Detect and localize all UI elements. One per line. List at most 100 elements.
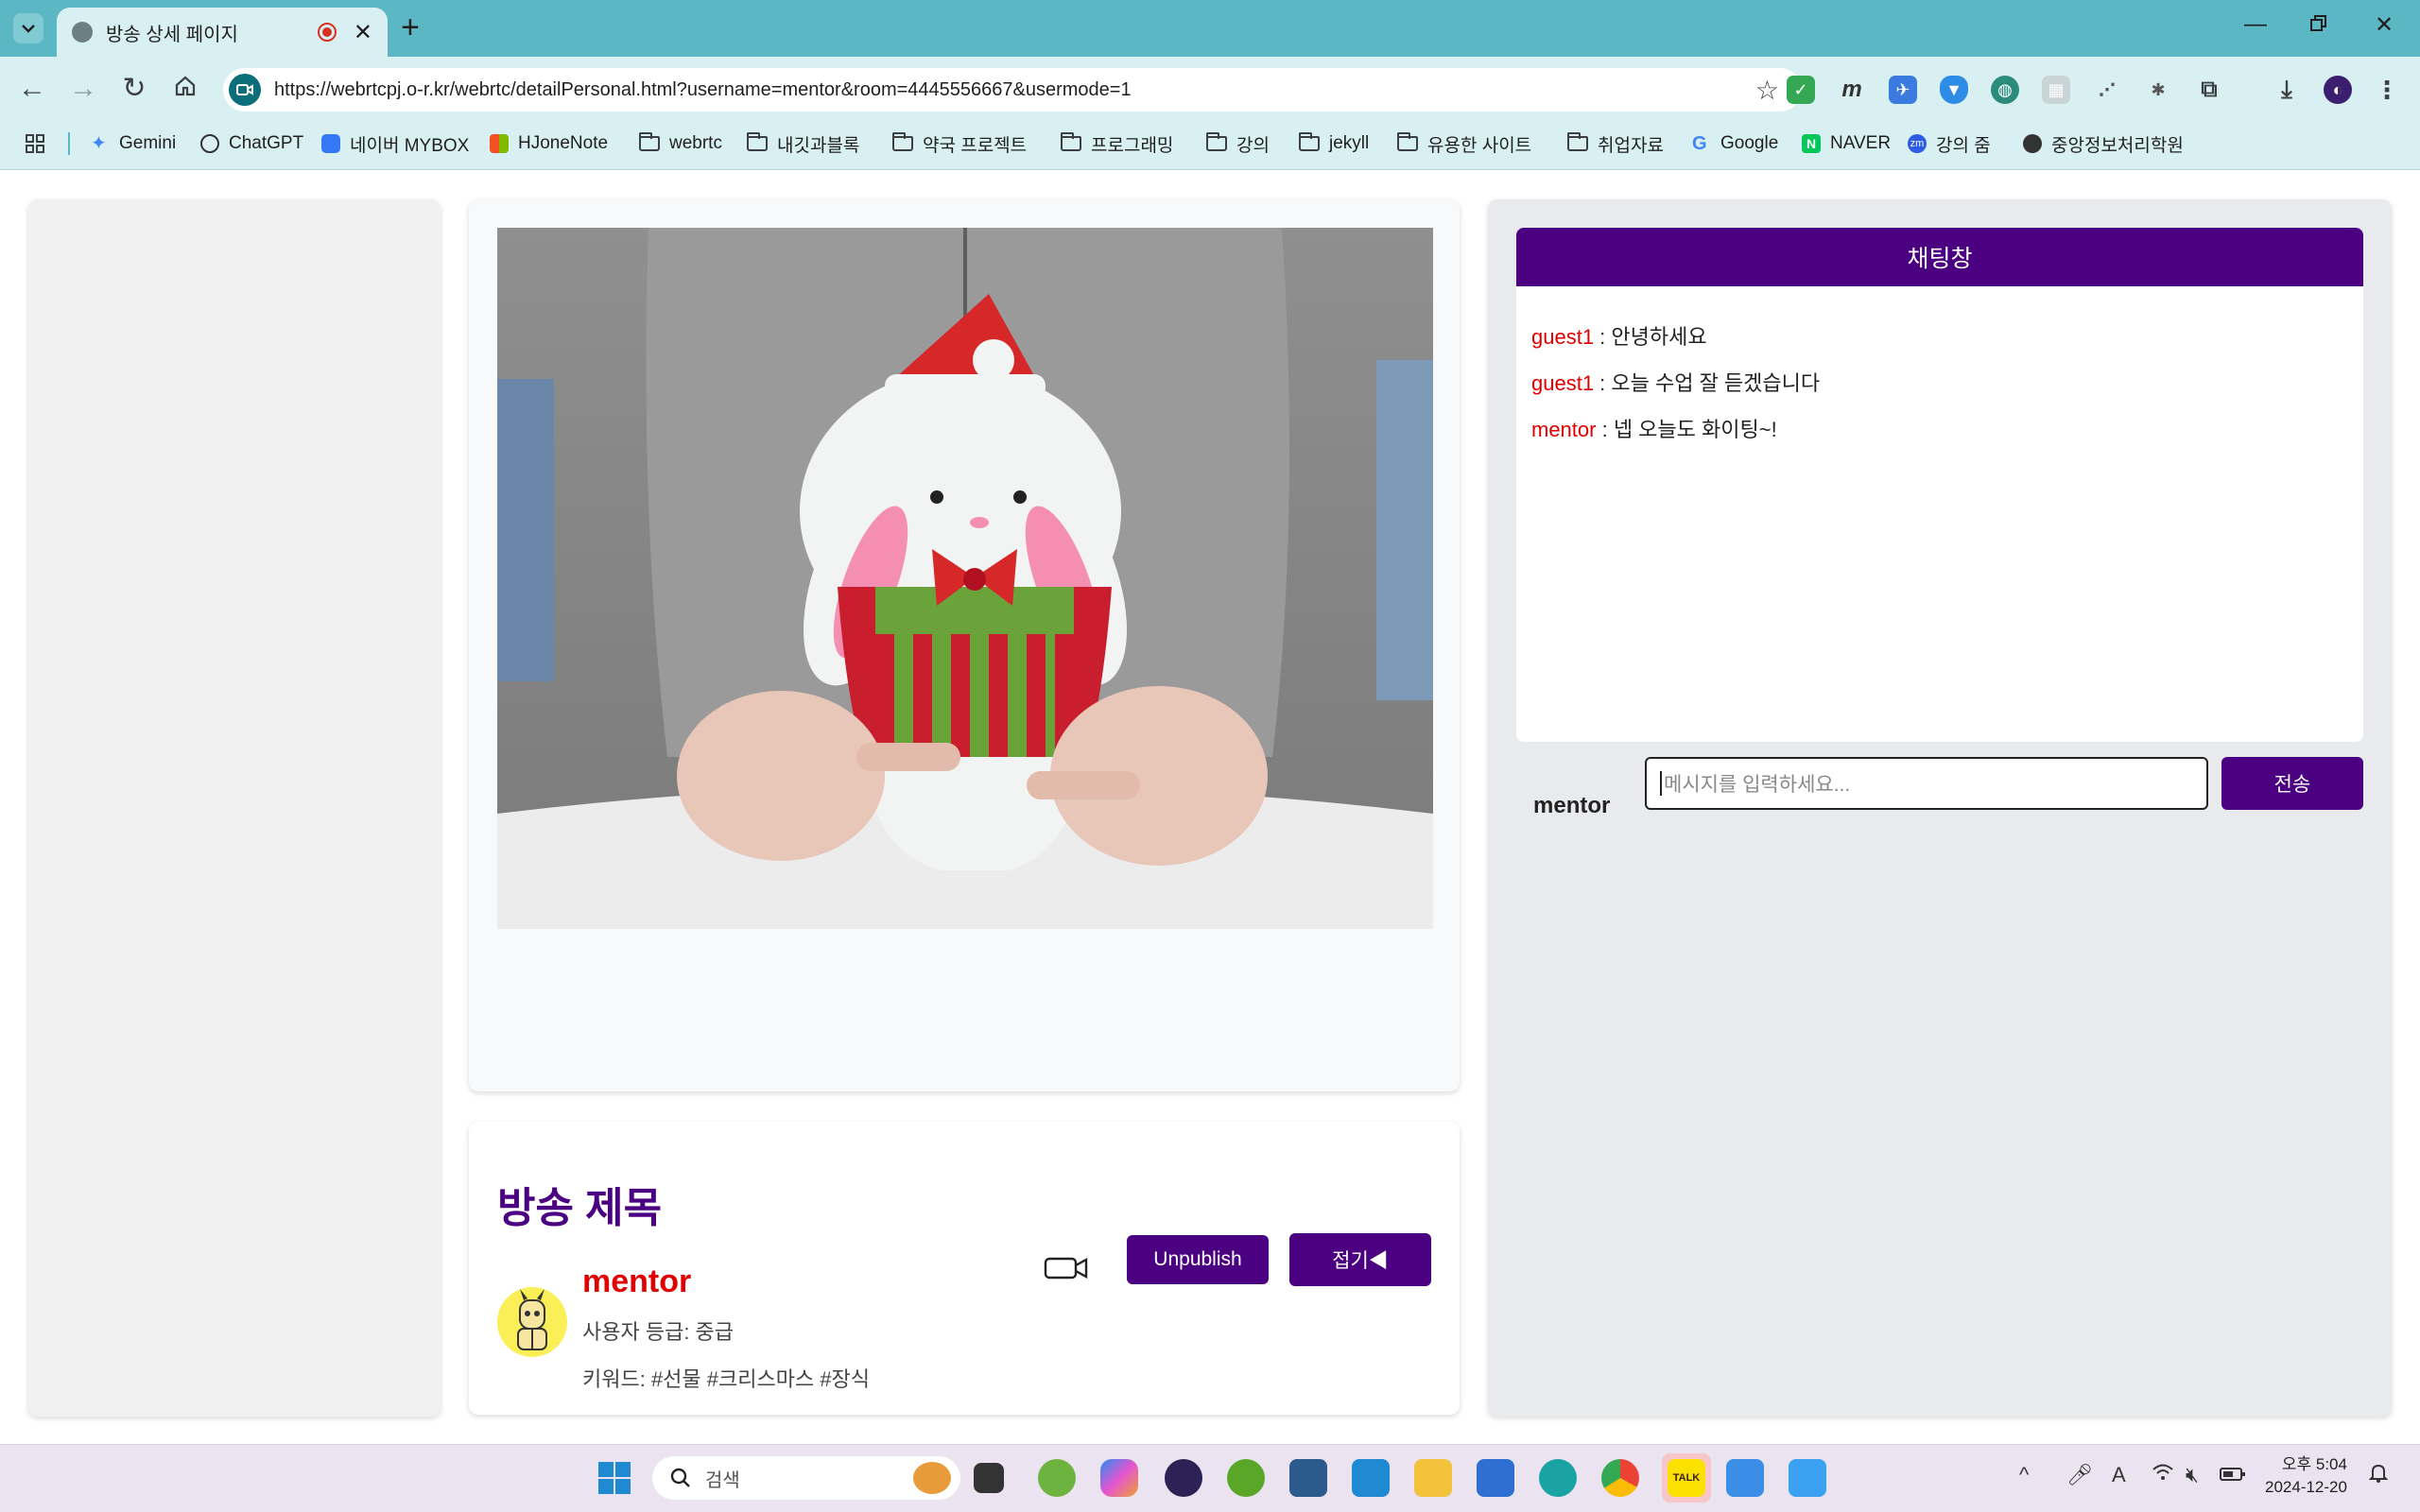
paint-icon[interactable] [1789, 1459, 1826, 1497]
chat-message-text: : 넵 오늘도 화이팅~! [1596, 418, 1777, 441]
bookmark-google[interactable]: G Google [1692, 129, 1778, 159]
chevron-down-icon [22, 25, 35, 33]
spring-tool-icon[interactable] [1038, 1459, 1076, 1497]
bookmark-folder-pharmacy[interactable]: 약국 프로젝트 [892, 129, 1027, 159]
bookmark-folder-programming[interactable]: 프로그래밍 [1061, 129, 1173, 159]
apps-grid-icon[interactable] [25, 129, 45, 159]
taskbar-search-placeholder: 검색 [705, 1469, 740, 1491]
notepad-icon[interactable] [1726, 1459, 1764, 1497]
bookmark-folder-lecture[interactable]: 강의 [1206, 129, 1270, 159]
taskbar [0, 1444, 2420, 1512]
volume-muted-icon[interactable]: 🔇︎ [2186, 1463, 2199, 1487]
ime-icon[interactable]: A [2112, 1463, 2126, 1487]
sparkle-extension-icon[interactable]: ⋰ [2093, 76, 2121, 104]
close-tab-icon[interactable]: ✕ [354, 19, 372, 46]
bookmark-folder-webrtc[interactable]: webrtc [639, 129, 722, 159]
address-bar[interactable]: https://webrtcpj.o-r.kr/webrtc/detailPer… [223, 68, 1802, 112]
chat-message-user: mentor [1531, 418, 1597, 441]
bookmark-star-icon[interactable]: ☆ [1755, 75, 1779, 106]
battery-icon[interactable] [2220, 1463, 2246, 1487]
file-explorer-icon[interactable] [1414, 1459, 1452, 1497]
bookmark-folder-jekyll[interactable]: jekyll [1299, 129, 1369, 159]
bookmark-label: Google [1720, 133, 1779, 153]
mybox-icon [321, 134, 340, 153]
task-view-icon[interactable] [974, 1463, 1004, 1493]
bookmark-label: HJoneNote [518, 133, 609, 153]
vpn-shield-icon[interactable]: ▼ [1940, 76, 1968, 104]
chat-window: 채팅창 guest1 : 안녕하세요 guest1 : 오늘 수업 잘 듣겠습니… [1516, 228, 2363, 742]
bookmark-label: Gemini [119, 133, 177, 153]
globe-extension-icon[interactable]: ◍ [1991, 76, 2019, 104]
bookmark-folder-jobs[interactable]: 취업자료 [1567, 129, 1664, 159]
grid-extension-icon[interactable]: ▦ [2042, 76, 2070, 104]
chat-message-input[interactable]: 메시지를 입력하세요... [1645, 757, 2208, 810]
mysql-workbench-icon[interactable] [1289, 1459, 1327, 1497]
sts-leaf-icon[interactable] [1227, 1459, 1265, 1497]
bookmark-naver[interactable]: N NAVER [1802, 129, 1891, 159]
download-icon[interactable]: ⤓ [2273, 75, 2301, 104]
unpublish-button[interactable]: Unpublish [1127, 1235, 1269, 1284]
home-icon[interactable] [166, 72, 204, 106]
bookmark-hjonenote[interactable]: HJoneNote [490, 129, 608, 159]
vscode-icon[interactable] [1352, 1459, 1390, 1497]
tray-chevron-icon[interactable]: ^ [2019, 1463, 2029, 1487]
bookmark-label: 네이버 MYBOX [350, 135, 470, 156]
folder-icon [1567, 132, 1588, 151]
site-camera-icon[interactable] [229, 74, 261, 106]
forward-icon[interactable]: → [64, 72, 102, 106]
bookmark-mybox[interactable]: 네이버 MYBOX [321, 129, 469, 159]
notification-bell-icon[interactable] [2368, 1463, 2389, 1489]
bookmark-folder-blog[interactable]: 내깃과블록 [747, 129, 859, 159]
kakaotalk-icon[interactable]: TALK [1668, 1459, 1705, 1497]
active-tab[interactable]: 방송 상세 페이지 ✕ [57, 8, 388, 57]
bookmark-folder-useful[interactable]: 유용한 사이트 [1397, 129, 1531, 159]
rocket-extension-icon[interactable]: ✈ [1889, 76, 1917, 104]
chat-message: mentor : 넵 오늘도 화이팅~! [1531, 413, 1777, 443]
url-text[interactable]: https://webrtcpj.o-r.kr/webrtc/detailPer… [274, 79, 1755, 101]
minimize-icon[interactable]: — [2244, 11, 2267, 38]
m-extension-icon[interactable]: m [1838, 76, 1866, 104]
chat-input-placeholder: 메시지를 입력하세요... [1664, 774, 1851, 796]
camera-toggle-icon[interactable] [1044, 1256, 1089, 1285]
stream-info-card: 방송 제목 mentor 사용자 등급: 중급 키워드: #선물 #크리스마스 … [469, 1122, 1460, 1415]
microphone-icon[interactable]: 🎤︎ [2066, 1463, 2093, 1487]
folder-icon [1397, 132, 1418, 151]
academy-icon [2023, 134, 2042, 153]
bookmark-label: 유용한 사이트 [1427, 135, 1532, 156]
taskbar-search-box[interactable]: 검색 [652, 1456, 960, 1500]
new-tab-button[interactable]: + [401, 11, 420, 43]
extensions-puzzle-icon[interactable]: ⧉ [2195, 76, 2223, 104]
video-stream[interactable] [497, 228, 1433, 929]
bookmark-zoom[interactable]: zm 강의 줌 [1908, 129, 1991, 159]
bookmark-chatgpt[interactable]: ChatGPT [200, 129, 303, 159]
profile-avatar-icon[interactable]: ◐ [2324, 76, 2352, 104]
bug-extension-icon[interactable]: ✱ [2144, 76, 2172, 104]
folder-icon [892, 132, 913, 151]
bookmark-label: 약국 프로젝트 [923, 135, 1028, 156]
bookmark-academy[interactable]: 중앙정보처리학원 [2023, 129, 2184, 159]
send-button[interactable]: 전송 [2221, 757, 2363, 810]
microsoft-store-icon[interactable] [1477, 1459, 1514, 1497]
shield-extension-icon[interactable]: ✓ [1787, 76, 1815, 104]
restore-icon[interactable] [2309, 13, 2328, 40]
bookmark-label: jekyll [1329, 133, 1370, 153]
back-icon[interactable]: ← [13, 72, 51, 106]
chat-message-user: guest1 [1531, 325, 1595, 349]
folder-icon [1206, 132, 1227, 151]
collapse-button[interactable]: 접기◀ [1289, 1233, 1431, 1286]
folder-icon [1299, 132, 1320, 151]
tab-search-button[interactable] [13, 13, 43, 43]
window-close-icon[interactable]: ✕ [2375, 11, 2394, 39]
app-icon[interactable] [1539, 1459, 1577, 1497]
windows-start-icon[interactable] [596, 1459, 633, 1497]
chrome-icon[interactable] [1601, 1459, 1639, 1497]
bookmark-gemini[interactable]: ✦ Gemini [91, 129, 176, 159]
copilot-icon[interactable] [1100, 1459, 1138, 1497]
taskbar-clock[interactable]: 오후 5:04 2024-12-20 [2265, 1453, 2347, 1499]
wifi-icon[interactable] [2152, 1463, 2174, 1487]
reload-icon[interactable]: ↻ [115, 72, 153, 106]
author-name: mentor [582, 1263, 692, 1299]
bookmark-label: 프로그래밍 [1091, 135, 1174, 156]
eclipse-icon[interactable] [1165, 1459, 1202, 1497]
menu-dots-icon[interactable]: ⋮ [2373, 76, 2401, 104]
